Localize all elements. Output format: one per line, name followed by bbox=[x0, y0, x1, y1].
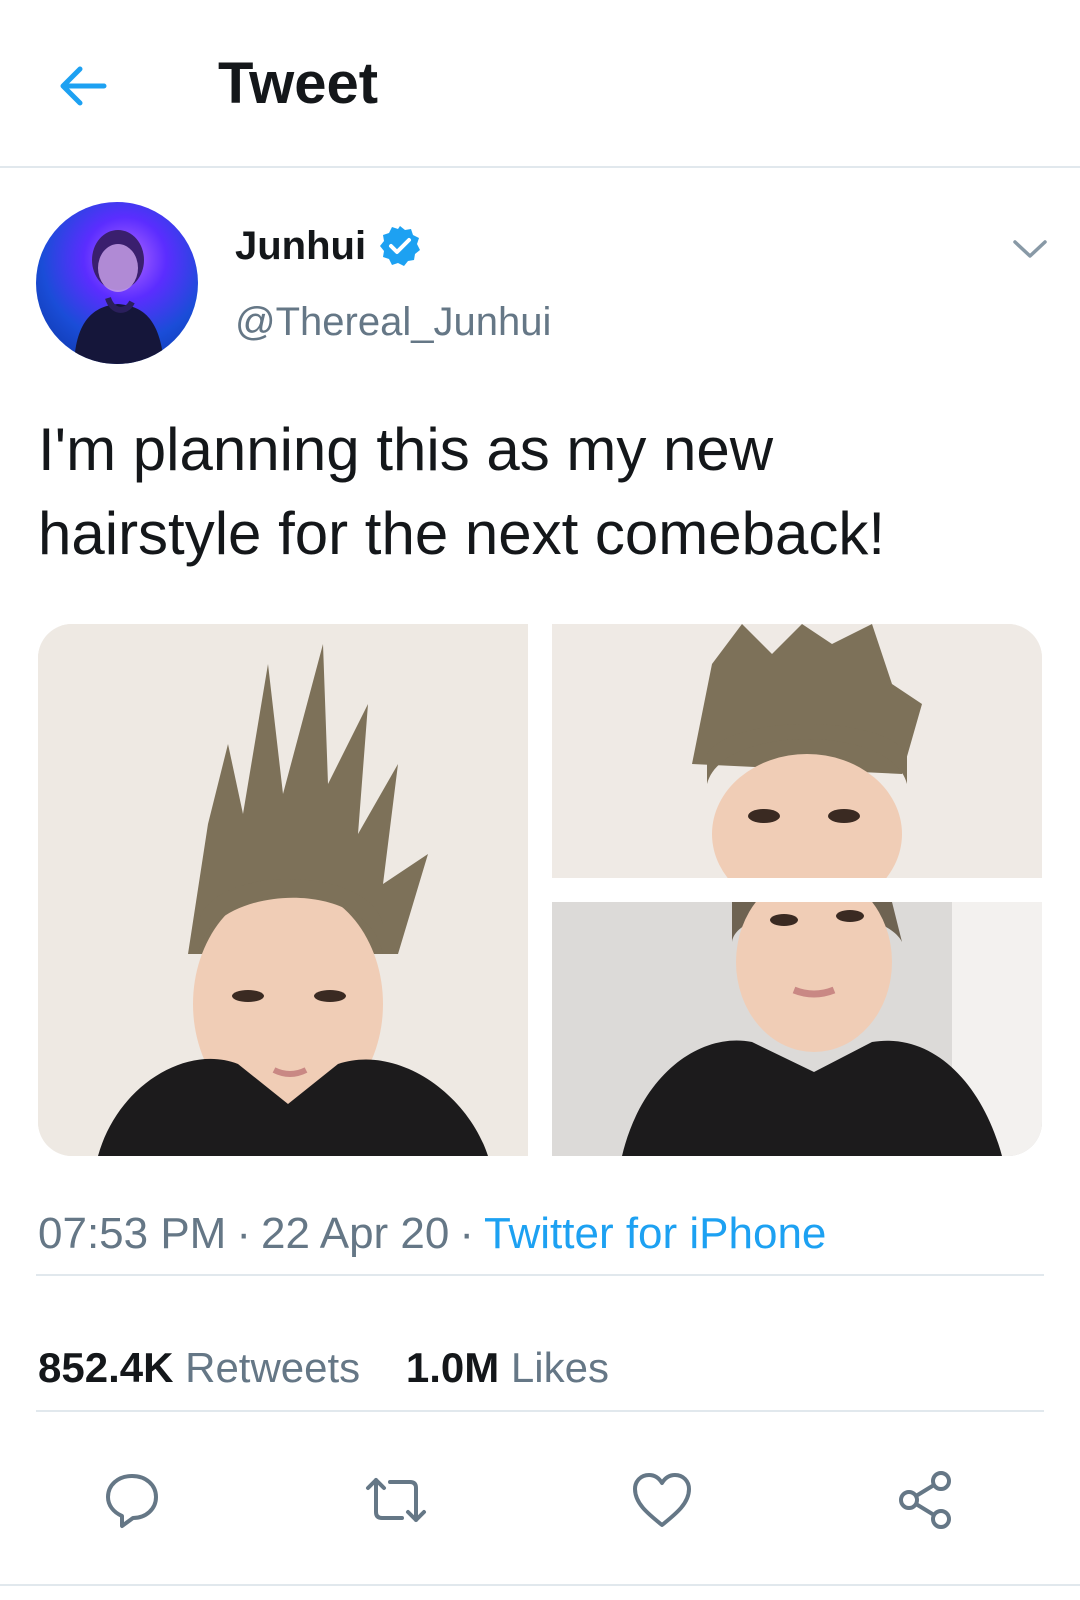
reply-button[interactable] bbox=[98, 1466, 166, 1534]
meta-separator: · bbox=[459, 1209, 475, 1258]
tweet-photo-3[interactable] bbox=[552, 902, 1042, 1156]
media-grid bbox=[38, 624, 1042, 1156]
verified-badge-icon bbox=[380, 226, 421, 266]
avatar[interactable] bbox=[36, 202, 198, 364]
author-row: Junhui bbox=[235, 222, 422, 270]
likes-stat[interactable]: 1.0M Likes bbox=[406, 1344, 609, 1391]
photo-image bbox=[552, 902, 1042, 1156]
tweet-text-line: I'm planning this as my new bbox=[38, 416, 774, 483]
likes-count: 1.0M bbox=[405, 1344, 500, 1391]
tweet-source-link[interactable]: Twitter for iPhone bbox=[484, 1209, 826, 1258]
meta-separator: · bbox=[236, 1209, 251, 1258]
chevron-down-icon bbox=[1013, 240, 1047, 258]
top-bar: Tweet bbox=[0, 0, 1080, 168]
retweet-icon bbox=[366, 1478, 426, 1522]
share-button[interactable] bbox=[892, 1466, 960, 1534]
arrow-left-icon bbox=[60, 66, 107, 106]
retweets-stat[interactable]: 852.4K Retweets bbox=[38, 1344, 360, 1391]
reply-icon bbox=[106, 1474, 158, 1528]
tweet-stats: 852.4K Retweets 1.0M Likes bbox=[38, 1340, 609, 1396]
profile-photo bbox=[74, 230, 164, 364]
tweet-photo-2[interactable] bbox=[552, 624, 1042, 878]
retweets-label: Retweets bbox=[185, 1344, 361, 1391]
divider bbox=[0, 1584, 1080, 1586]
tweet-meta: 07:53 PM · 22 Apr 20 · Twitter for iPhone bbox=[38, 1206, 826, 1262]
back-button[interactable] bbox=[50, 54, 114, 118]
more-options-button[interactable] bbox=[1008, 228, 1052, 272]
tweet-photo-1[interactable] bbox=[38, 624, 528, 1156]
page-title: Tweet bbox=[218, 51, 379, 116]
retweets-count: 852.4K bbox=[38, 1344, 174, 1391]
photo-image bbox=[38, 624, 528, 1156]
divider bbox=[36, 1410, 1044, 1412]
author-name[interactable]: Junhui bbox=[235, 222, 366, 270]
tweet-text: I'm planning this as my new hairstyle fo… bbox=[38, 408, 1038, 576]
author-handle[interactable]: @Thereal_Junhui bbox=[235, 298, 551, 346]
like-button[interactable] bbox=[628, 1466, 696, 1534]
retweet-button[interactable] bbox=[362, 1466, 430, 1534]
heart-icon bbox=[633, 1473, 691, 1527]
divider bbox=[36, 1274, 1044, 1276]
tweet-text-line: hairstyle for the next comeback! bbox=[38, 500, 886, 567]
share-icon bbox=[899, 1471, 951, 1529]
tweet-time: 07:53 PM bbox=[38, 1209, 227, 1258]
tweet-date: 22 Apr 20 bbox=[261, 1209, 450, 1258]
likes-label: Likes bbox=[510, 1344, 609, 1391]
photo-image bbox=[552, 624, 1042, 878]
